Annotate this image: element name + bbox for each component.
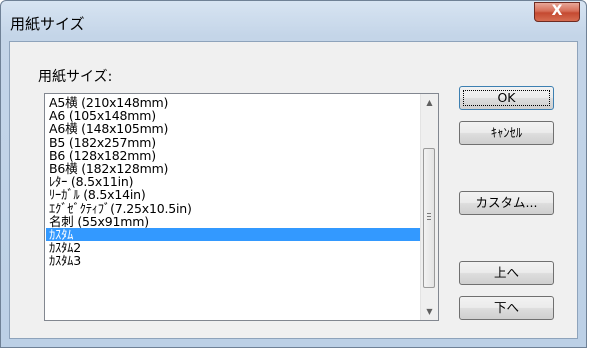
list-item[interactable]: A6横 (148x105mm) xyxy=(46,122,420,135)
list-item-selected[interactable]: ｶｽﾀﾑ xyxy=(46,228,420,242)
cancel-button[interactable]: ｷｬﾝｾﾙ xyxy=(459,121,554,145)
move-down-button[interactable]: 下へ xyxy=(459,296,554,320)
paper-size-items: A5横 (210x148mm) A6 (105x148mm) A6横 (148x… xyxy=(46,96,420,267)
scroll-thumb[interactable] xyxy=(423,148,435,288)
list-item[interactable]: 名刺 (55x91mm) xyxy=(46,215,420,228)
scroll-up-icon[interactable]: ▲ xyxy=(421,94,438,111)
paper-size-listbox[interactable]: A5横 (210x148mm) A6 (105x148mm) A6横 (148x… xyxy=(44,93,439,321)
scroll-grip-icon xyxy=(427,213,431,222)
title-bar[interactable]: 用紙サイズ X xyxy=(1,1,586,41)
custom-button[interactable]: カスタム... xyxy=(459,191,554,215)
close-button[interactable]: X xyxy=(534,2,580,22)
scroll-down-icon[interactable]: ▼ xyxy=(421,303,438,320)
paper-size-label: 用紙サイズ: xyxy=(38,69,113,85)
move-up-button[interactable]: 上へ xyxy=(459,261,554,285)
list-item[interactable]: ﾘｰｶﾞﾙ (8.5x14in) xyxy=(46,188,420,201)
ok-button[interactable]: OK xyxy=(459,86,554,110)
dialog-title: 用紙サイズ xyxy=(10,15,85,33)
list-item[interactable]: ｶｽﾀﾑ3 xyxy=(46,254,420,267)
list-item[interactable]: ｴｸﾞｾﾞｸﾃｨﾌﾞ(7.25x10.5in) xyxy=(46,201,420,215)
list-item[interactable]: B5 (182x257mm) xyxy=(46,135,420,149)
vertical-scrollbar[interactable]: ▲ ▼ xyxy=(420,94,438,320)
close-icon: X xyxy=(551,3,563,19)
list-item[interactable]: ｶｽﾀﾑ2 xyxy=(46,241,420,254)
list-item[interactable]: B6 (128x182mm) xyxy=(46,149,420,162)
